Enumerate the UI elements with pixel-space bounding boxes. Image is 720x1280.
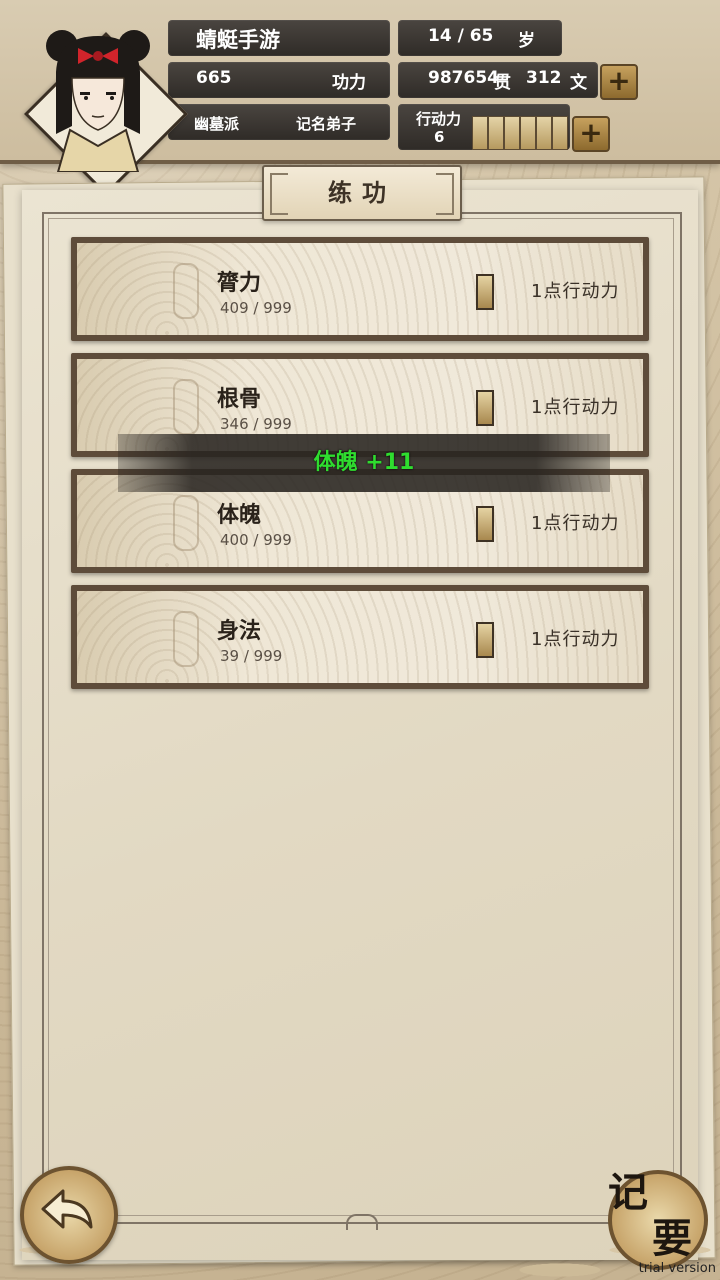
attribute-name: 根骨 xyxy=(217,387,262,412)
action-points-value: 6 xyxy=(434,128,445,146)
attribute-name: 体魄 xyxy=(217,503,262,528)
panel-hook-ornament xyxy=(346,1214,378,1230)
memo-char-1: 记 xyxy=(608,1170,648,1216)
currency-pill: 987654 贯 312 文 xyxy=(398,62,598,98)
card-background: 身法 39 / 999 1点行动力 xyxy=(77,591,643,683)
power-pill: 665 功力 xyxy=(168,62,390,98)
scroll-ornament-icon xyxy=(173,263,199,319)
action-cost: 1点行动力 xyxy=(531,513,620,534)
action-point-slot-icon xyxy=(476,390,494,426)
contribution-unit: 贯 xyxy=(494,73,511,93)
age-unit: 岁 xyxy=(518,31,535,51)
attribute-value: 39 / 999 xyxy=(220,647,283,665)
action-point-segment xyxy=(472,116,488,150)
scroll-ornament-icon xyxy=(173,379,199,435)
age-pill: 14 / 65 岁 xyxy=(398,20,562,56)
attribute-value: 346 / 999 xyxy=(220,415,292,433)
plus-icon: + xyxy=(579,116,603,149)
memo-button[interactable]: 记 要 xyxy=(604,1162,712,1270)
plus-icon: + xyxy=(607,64,631,97)
sect-name: 幽墓派 xyxy=(194,115,240,133)
action-cost: 1点行动力 xyxy=(531,629,620,650)
contribution-value: 987654 xyxy=(428,68,499,88)
watermark: trial version xyxy=(638,1261,716,1276)
power-value: 665 xyxy=(196,68,232,88)
action-point-segment xyxy=(504,116,520,150)
gain-toast: 体魄 +11 xyxy=(118,434,610,492)
memo-char-2: 要 xyxy=(652,1216,692,1262)
training-card-agility[interactable]: 身法 39 / 999 1点行动力 xyxy=(71,585,649,689)
player-name-pill: 蜻蜓手游 xyxy=(168,20,390,56)
action-point-segment xyxy=(488,116,504,150)
add-action-points-button[interactable]: + xyxy=(572,116,610,152)
attribute-value: 400 / 999 xyxy=(220,531,292,549)
scroll-ornament-icon xyxy=(173,495,199,551)
age-value: 14 / 65 xyxy=(428,26,494,46)
action-point-segment xyxy=(520,116,536,150)
action-point-slot-icon xyxy=(476,506,494,542)
action-cost: 1点行动力 xyxy=(531,397,620,418)
action-point-slot-icon xyxy=(476,622,494,658)
back-arrow-icon xyxy=(41,1189,93,1229)
training-card-strength[interactable]: 膂力 409 / 999 1点行动力 xyxy=(71,237,649,341)
avatar[interactable] xyxy=(28,22,168,172)
action-points-bar xyxy=(472,116,568,150)
panel-title: 练功 xyxy=(262,165,462,221)
add-currency-button[interactable]: + xyxy=(600,64,638,100)
action-points-label: 行动力 xyxy=(416,110,462,128)
back-button[interactable] xyxy=(20,1166,118,1264)
sect-pill: 幽墓派 记名弟子 xyxy=(168,104,390,140)
sect-rank: 记名弟子 xyxy=(296,115,357,133)
attribute-value: 409 / 999 xyxy=(220,299,292,317)
attribute-name: 膂力 xyxy=(217,271,262,296)
action-point-slot-icon xyxy=(476,274,494,310)
action-point-segment xyxy=(552,116,568,150)
coins-unit: 文 xyxy=(570,73,587,93)
scroll-ornament-icon xyxy=(173,611,199,667)
power-label: 功力 xyxy=(332,73,366,93)
player-name: 蜻蜓手游 xyxy=(196,28,280,52)
attribute-name: 身法 xyxy=(217,619,262,644)
card-background: 膂力 409 / 999 1点行动力 xyxy=(77,243,643,335)
action-cost: 1点行动力 xyxy=(531,281,620,302)
action-point-segment xyxy=(536,116,552,150)
coins-value: 312 xyxy=(526,68,562,88)
